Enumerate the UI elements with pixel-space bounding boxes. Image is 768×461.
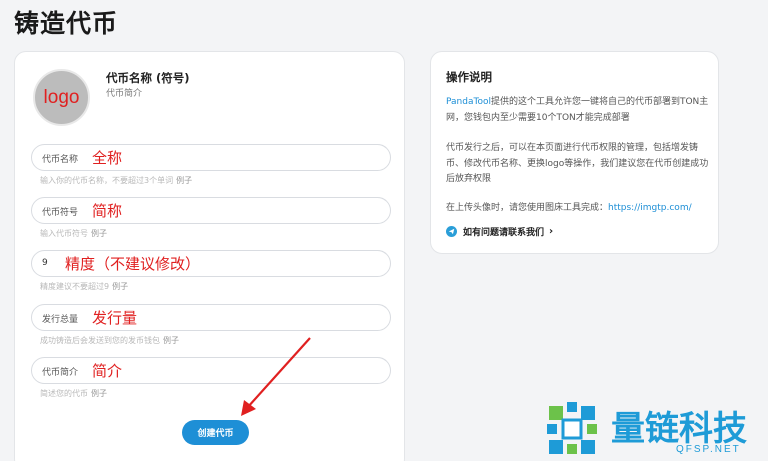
create-token-button[interactable]: 创建代币 — [182, 420, 249, 445]
contact-link[interactable]: 如有问题请联系我们 › — [446, 225, 553, 238]
contact-label: 如有问题请联系我们 — [463, 228, 545, 238]
help-card: 操作说明 PandaTool提供的这个工具允许您一键将自己的代币部署到TON主网… — [430, 51, 719, 254]
watermark-symbol-icon — [547, 402, 597, 454]
help-para-upload: 在上传头像时，请您使用图床工具完成：https://imgtp.com/ — [446, 203, 692, 213]
annotation-arrow — [241, 337, 311, 416]
token-form-card: logo 代币名称 (符号) 代币简介 代币名称 全称 输入你的代币名称，不要超… — [14, 51, 405, 461]
pandatool-brand: PandaTool — [446, 97, 491, 107]
watermark-logo: 量链科技 QFSP.NET — [547, 400, 768, 461]
page-title: 铸造代币 — [14, 9, 119, 38]
help-para-deploy: PandaTool提供的这个工具允许您一键将自己的代币部署到TON主网，您钱包内… — [446, 97, 709, 123]
help-title: 操作说明 — [446, 70, 492, 84]
imgtp-link[interactable]: https://imgtp.com/ — [608, 203, 692, 213]
help-para-permissions: 代币发行之后，可以在本页面进行代币权限的管理，包括增发铸币、修改代币名称、更换l… — [446, 143, 709, 184]
chevron-right-icon: › — [549, 226, 554, 237]
telegram-icon — [446, 226, 457, 237]
watermark-text: 量链科技 — [611, 409, 747, 449]
watermark-subtext: QFSP.NET — [676, 444, 741, 455]
